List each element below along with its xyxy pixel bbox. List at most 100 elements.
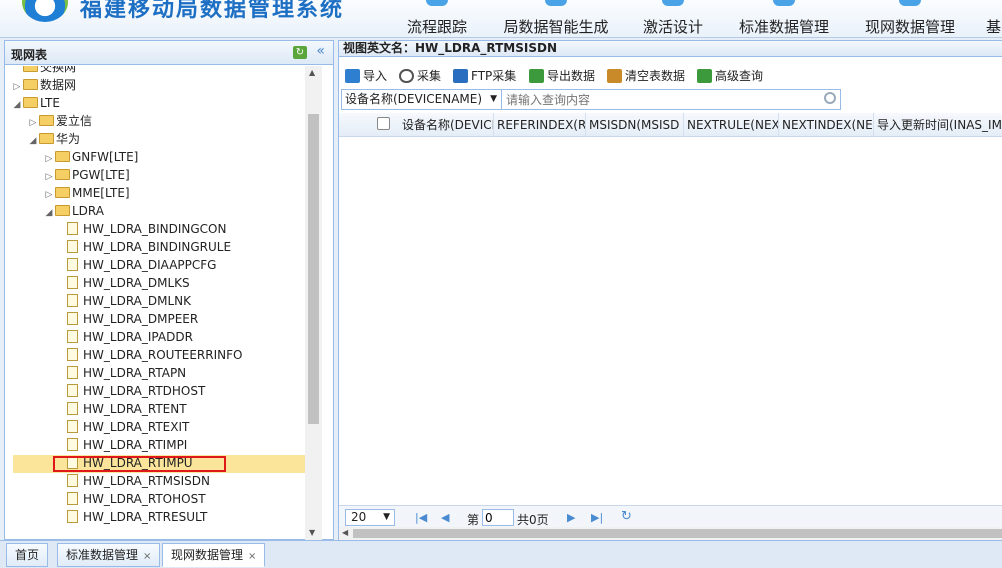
- tree-file-node[interactable]: HW_LDRA_IPADDR: [67, 328, 193, 346]
- grid-horizontal-scrollbar[interactable]: ◀: [339, 527, 1002, 540]
- scroll-down-icon[interactable]: ▼: [309, 528, 315, 537]
- file-icon: [67, 492, 78, 505]
- tree-scroll-thumb[interactable]: [308, 114, 319, 424]
- tree-node-label: HW_LDRA_BINDINGRULE: [83, 240, 232, 254]
- scroll-up-icon[interactable]: ▲: [309, 68, 315, 77]
- column-header[interactable]: 设备名称(DEVICI: [399, 113, 494, 137]
- folder-icon: [39, 133, 54, 144]
- folder-icon: [55, 187, 70, 198]
- tree-folder-node[interactable]: ▷ GNFW[LTE]: [43, 148, 139, 166]
- tab-live-data[interactable]: 现网数据管理 ×: [162, 543, 266, 567]
- column-header[interactable]: 导入更新时间(INAS_IM: [874, 113, 1002, 137]
- page-number-input[interactable]: [482, 509, 514, 526]
- tree-folder-node[interactable]: 交换网: [11, 66, 76, 76]
- app-title: 福建移动局数据管理系统: [80, 0, 345, 22]
- scroll-left-icon[interactable]: ◀: [342, 528, 348, 537]
- tree-file-node[interactable]: HW_LDRA_BINDINGCON: [67, 220, 226, 238]
- tree-file-node[interactable]: HW_LDRA_RTMSISDN: [67, 472, 210, 490]
- tree-node-label: MME[LTE]: [72, 186, 130, 200]
- first-page-icon[interactable]: |◀: [415, 511, 427, 524]
- tree-node-label: HW_LDRA_RTRESULT: [83, 510, 208, 524]
- clear-table-button[interactable]: 清空表数据: [607, 67, 685, 84]
- tree-scrollbar[interactable]: ▲ ▼: [305, 66, 322, 540]
- import-button[interactable]: 导入: [345, 67, 387, 84]
- page-size-select[interactable]: 20 ▼: [345, 509, 395, 526]
- chevron-down-icon: ▼: [383, 512, 390, 522]
- tree-node-label: GNFW[LTE]: [72, 150, 139, 164]
- column-header[interactable]: NEXTRULE(NEXT: [684, 113, 779, 137]
- select-all-checkbox[interactable]: [377, 117, 390, 130]
- nav-live-data[interactable]: 现网数据管理: [854, 0, 966, 37]
- close-icon[interactable]: ×: [143, 551, 151, 562]
- column-header[interactable]: MSISDN(MSISD: [586, 113, 684, 137]
- tree-node-label: HW_LDRA_RTAPN: [83, 366, 187, 380]
- tree-file-node[interactable]: HW_LDRA_RTDHOST: [67, 382, 205, 400]
- tree-file-node[interactable]: HW_LDRA_DMLKS: [67, 274, 190, 292]
- nav-process-tracking[interactable]: 流程跟踪: [395, 0, 479, 37]
- folder-icon: [55, 151, 70, 162]
- nav-more[interactable]: 基: [978, 0, 1002, 37]
- tab-standard-data[interactable]: 标准数据管理 ×: [57, 543, 161, 567]
- tree-folder-node[interactable]: ▷ 爱立信: [27, 112, 92, 130]
- tree-file-node[interactable]: HW_LDRA_RTEXIT: [67, 418, 189, 436]
- tree-file-node[interactable]: HW_LDRA_RTOHOST: [67, 490, 206, 508]
- search-icon[interactable]: [824, 92, 836, 104]
- reload-icon[interactable]: ↻: [621, 509, 632, 524]
- collapse-icon[interactable]: «: [316, 43, 325, 59]
- tree-file-node[interactable]: HW_LDRA_RTIMPI: [67, 436, 187, 454]
- tree-node-label: HW_LDRA_DMPEER: [83, 312, 199, 326]
- file-icon: [67, 312, 78, 325]
- collect-button[interactable]: 采集: [399, 67, 441, 84]
- refresh-icon[interactable]: ↻: [293, 46, 307, 59]
- column-header[interactable]: NEXTINDEX(NE: [779, 113, 874, 137]
- broom-icon: [607, 69, 622, 83]
- tree-folder-node[interactable]: ◢ LTE: [11, 94, 60, 112]
- tree-panel-title: 现网表: [11, 48, 48, 62]
- tree-folder-node[interactable]: ◢ LDRA: [43, 202, 104, 220]
- advanced-search-button[interactable]: 高级查询: [697, 67, 763, 84]
- tree-node-label: HW_LDRA_RTENT: [83, 402, 187, 416]
- search-field-select[interactable]: 设备名称(DEVICENAME) ▼: [342, 90, 502, 109]
- tree-folder-node[interactable]: ▷ PGW[LTE]: [43, 166, 130, 184]
- tree-node-label: 华为: [56, 132, 81, 146]
- tree-file-node[interactable]: HW_LDRA_ROUTEERRINFO: [67, 346, 242, 364]
- export-data-button[interactable]: 导出数据: [529, 67, 595, 84]
- advanced-search-icon: [697, 69, 712, 83]
- close-icon[interactable]: ×: [248, 551, 256, 562]
- live-data-icon: [899, 0, 921, 6]
- tab-home[interactable]: 首页: [6, 543, 49, 567]
- tree-file-node[interactable]: HW_LDRA_BINDINGRULE: [67, 238, 231, 256]
- tree-file-node[interactable]: HW_LDRA_DMPEER: [67, 310, 198, 328]
- folder-icon: [23, 66, 38, 72]
- tree-node-label: PGW[LTE]: [72, 168, 130, 182]
- expanded-arrow-icon[interactable]: ◢: [11, 96, 23, 114]
- search-input[interactable]: [506, 91, 816, 108]
- tree-folder-node[interactable]: ▷ MME[LTE]: [43, 184, 130, 202]
- column-header[interactable]: REFERINDEX(RE: [494, 113, 586, 137]
- nav-data-generation[interactable]: 局数据智能生成: [493, 0, 619, 37]
- tree-folder-node[interactable]: ◢ 华为: [27, 130, 80, 148]
- tree-file-node[interactable]: HW_LDRA_RTENT: [67, 400, 187, 418]
- tree-file-node[interactable]: HW_LDRA_DMLNK: [67, 292, 191, 310]
- tree-folder-node[interactable]: ▷ 数据网: [11, 76, 76, 94]
- tree-file-node[interactable]: HW_LDRA_RTAPN: [67, 364, 186, 382]
- ftp-collect-button[interactable]: FTP采集: [453, 67, 516, 84]
- tree-file-node[interactable]: HW_LDRA_DIAAPPCFG: [67, 256, 216, 274]
- tree-node-label: LTE: [40, 96, 60, 110]
- grid-scroll-thumb[interactable]: [353, 529, 1002, 538]
- expanded-arrow-icon[interactable]: ◢: [27, 132, 39, 150]
- tree-node-label: HW_LDRA_DMLNK: [83, 294, 191, 308]
- tree-node-label: HW_LDRA_DIAAPPCFG: [83, 258, 217, 272]
- last-page-icon[interactable]: ▶|: [591, 511, 603, 524]
- prev-page-icon[interactable]: ◀: [441, 511, 449, 524]
- monitor-icon: [662, 0, 684, 6]
- file-icon: [67, 258, 78, 271]
- nav-activation-design[interactable]: 激活设计: [632, 0, 714, 37]
- tree-file-node[interactable]: HW_LDRA_RTRESULT: [67, 508, 207, 526]
- expanded-arrow-icon[interactable]: ◢: [43, 204, 55, 222]
- next-page-icon[interactable]: ▶: [567, 511, 575, 524]
- nav-standard-data[interactable]: 标准数据管理: [728, 0, 840, 37]
- file-icon: [67, 366, 78, 379]
- file-icon: [67, 222, 78, 235]
- tree-node-label: 数据网: [40, 78, 77, 92]
